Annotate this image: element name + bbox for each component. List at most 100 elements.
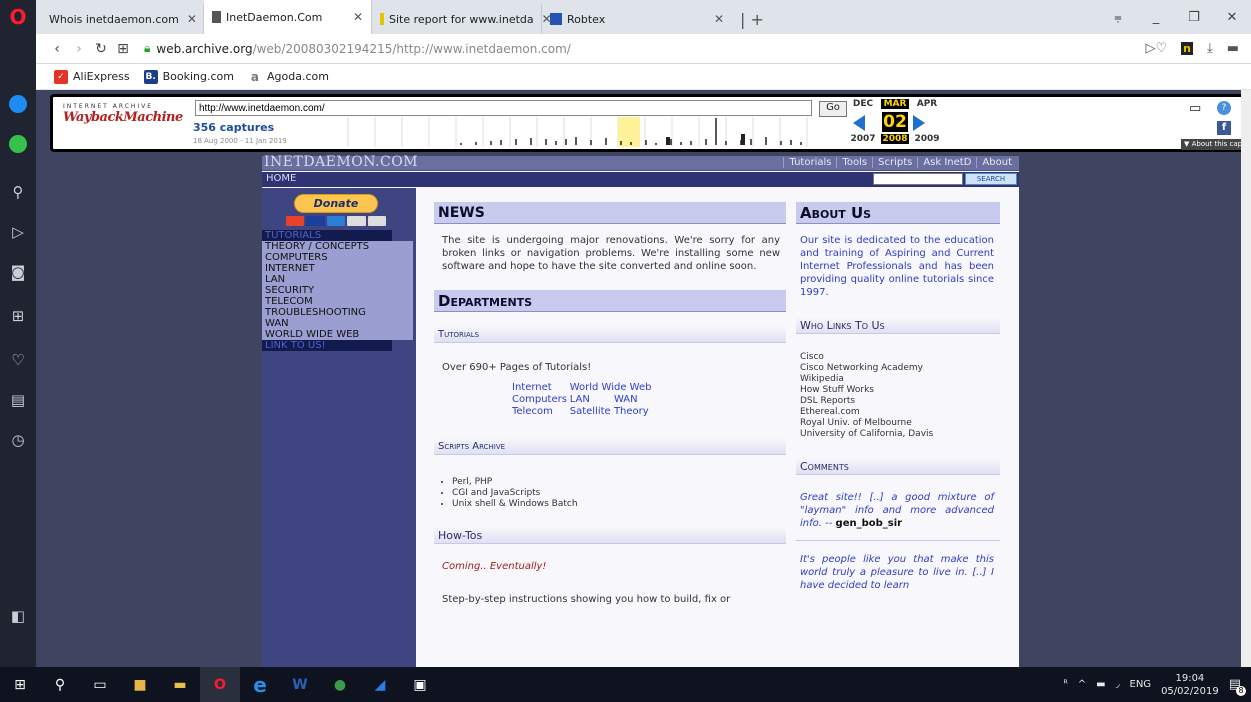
nav-item-security[interactable]: SECURITY: [262, 285, 413, 296]
vertical-scrollbar[interactable]: [1241, 90, 1251, 667]
site-search-button[interactable]: SEARCH: [965, 173, 1017, 185]
prev-year-link[interactable]: 2007: [849, 134, 877, 144]
terminal-icon[interactable]: ▣: [400, 667, 440, 702]
globe-app-icon[interactable]: ●: [320, 667, 360, 702]
donate-button[interactable]: Donate: [294, 194, 378, 213]
reload-button[interactable]: ↻: [90, 41, 112, 57]
search-icon[interactable]: ⚲: [0, 172, 36, 212]
download-icon[interactable]: ⤓: [1207, 41, 1213, 56]
nav-ask-inetd[interactable]: Ask InetD: [917, 157, 976, 168]
tab-netcraft[interactable]: Site report for www.inetda ✕: [372, 4, 552, 34]
tab-inetdaemon[interactable]: InetDaemon.Com ✕: [204, 0, 372, 34]
close-tab-icon[interactable]: ✕: [179, 12, 197, 26]
minimize-button[interactable]: _: [1137, 10, 1175, 25]
close-window-button[interactable]: ✕: [1213, 10, 1251, 25]
next-month-link[interactable]: APR: [913, 99, 941, 109]
link-item[interactable]: Cisco: [800, 352, 1000, 363]
messenger-icon[interactable]: [0, 84, 36, 124]
bookmark-agoda[interactable]: a Agoda.com: [248, 70, 329, 84]
prev-month-link[interactable]: DEC: [849, 99, 877, 109]
link-item[interactable]: Cisco Networking Academy: [800, 363, 1000, 374]
opera-logo-icon[interactable]: O: [0, 0, 36, 34]
link-item[interactable]: Ethereal.com: [800, 407, 1000, 418]
bookmark-booking[interactable]: B. Booking.com: [143, 69, 234, 84]
netcraft-extension-icon[interactable]: n: [1181, 42, 1193, 55]
history-icon[interactable]: ◷: [0, 420, 36, 460]
battery-icon[interactable]: ▬: [1227, 41, 1239, 56]
tutorials-subheading[interactable]: Tutorials: [434, 326, 786, 343]
tab-whois[interactable]: Whois inetdaemon.com ✕: [36, 4, 204, 34]
url-field[interactable]: 🔒︎ web.archive.org/web/20080302194215/ht…: [144, 41, 1145, 56]
whatsapp-icon[interactable]: [0, 124, 36, 164]
people-icon[interactable]: ᴿ: [1063, 679, 1067, 690]
site-search-input[interactable]: [873, 173, 963, 185]
battery-tray-icon[interactable]: ▬: [1096, 679, 1105, 690]
windows-start-icon[interactable]: ⊞: [0, 667, 40, 702]
nav-item-theory[interactable]: THEORY / CONCEPTS: [262, 241, 413, 252]
howtos-subheading[interactable]: How-Tos: [434, 527, 786, 544]
link-wan[interactable]: WAN: [614, 394, 652, 406]
close-tab-icon[interactable]: ✕: [345, 10, 363, 24]
tab-menu-icon[interactable]: ⩦: [1099, 10, 1137, 25]
wayback-url-input[interactable]: [195, 100, 812, 116]
opera-taskbar-icon[interactable]: O: [200, 667, 240, 702]
nav-item-wan[interactable]: WAN: [262, 318, 413, 329]
nav-scripts[interactable]: Scripts: [872, 157, 917, 168]
link-item[interactable]: University of California, Davis: [800, 429, 1000, 440]
facebook-icon[interactable]: f: [1217, 121, 1231, 135]
nav-item-www[interactable]: WORLD WIDE WEB: [262, 329, 413, 340]
language-indicator[interactable]: ENG: [1130, 679, 1152, 690]
calendar-icon[interactable]: ▭: [1189, 101, 1201, 116]
nav-item-telecom[interactable]: TELECOM: [262, 296, 413, 307]
nav-item-troubleshooting[interactable]: TROUBLESHOOTING: [262, 307, 413, 318]
sidebar-toggle-icon[interactable]: ◧: [0, 596, 36, 636]
tray-expand-icon[interactable]: ^: [1078, 679, 1086, 690]
maximize-button[interactable]: ❐: [1175, 10, 1213, 25]
link-theory[interactable]: Theory: [614, 406, 652, 418]
nav-tools[interactable]: Tools: [836, 157, 872, 168]
wayback-go-button[interactable]: Go: [819, 101, 847, 117]
wayback-capture-sparkline[interactable]: [321, 117, 816, 147]
link-item[interactable]: Royal Univ. of Melbourne: [800, 418, 1000, 429]
link-www[interactable]: World Wide Web: [570, 382, 652, 394]
bookmark-aliexpress[interactable]: ✓ AliExpress: [54, 69, 130, 84]
link-item[interactable]: Wikipedia: [800, 374, 1000, 385]
clock[interactable]: 19:04 05/02/2019: [1161, 672, 1219, 698]
about-capture-button[interactable]: ▼ About this capture: [1181, 139, 1241, 150]
send-heart-icon[interactable]: ▷♡: [1145, 41, 1167, 56]
send-icon[interactable]: ▷: [0, 212, 36, 252]
edge-icon[interactable]: e: [240, 667, 280, 702]
link-satellite[interactable]: Satellite: [570, 406, 614, 418]
breadcrumb-home[interactable]: HOME: [266, 173, 296, 184]
link-lan[interactable]: LAN: [570, 394, 614, 406]
word-icon[interactable]: W: [280, 667, 320, 702]
nav-tutorials[interactable]: Tutorials: [783, 157, 836, 168]
notifications-icon[interactable]: ▤ 8: [1229, 677, 1246, 696]
prev-capture-arrow-icon[interactable]: [853, 115, 865, 131]
scripts-subheading[interactable]: Scripts Archive: [434, 438, 786, 455]
close-tab-icon[interactable]: ✕: [706, 12, 724, 26]
next-year-link[interactable]: 2009: [913, 134, 941, 144]
speed-dial-button[interactable]: ⊞: [112, 41, 134, 57]
heart-icon[interactable]: ♡: [0, 340, 36, 380]
wayback-logo[interactable]: INTERNET ARCHIVE WaybackMachine: [63, 103, 183, 125]
link-computers[interactable]: Computers: [512, 394, 570, 406]
task-view-icon[interactable]: ▭: [80, 667, 120, 702]
back-button[interactable]: ‹: [46, 41, 68, 57]
store-icon[interactable]: ■: [120, 667, 160, 702]
link-internet[interactable]: Internet: [512, 382, 570, 394]
nav-header-link-to-us[interactable]: LINK TO US!: [262, 340, 392, 351]
search-icon[interactable]: ⚲: [40, 667, 80, 702]
link-telecom[interactable]: Telecom: [512, 406, 570, 418]
speed-dial-icon[interactable]: ⊞: [0, 292, 36, 340]
next-capture-arrow-icon[interactable]: [913, 115, 925, 131]
link-item[interactable]: DSL Reports: [800, 396, 1000, 407]
wifi-icon[interactable]: ◞: [1116, 679, 1120, 690]
nav-item-lan[interactable]: LAN: [262, 274, 413, 285]
news-icon[interactable]: ▤: [0, 380, 36, 420]
link-item[interactable]: How Stuff Works: [800, 385, 1000, 396]
file-explorer-icon[interactable]: ▬: [160, 667, 200, 702]
nav-header-tutorials[interactable]: TUTORIALS: [262, 230, 392, 241]
forward-button[interactable]: ›: [68, 41, 90, 57]
shark-app-icon[interactable]: ◢: [360, 667, 400, 702]
